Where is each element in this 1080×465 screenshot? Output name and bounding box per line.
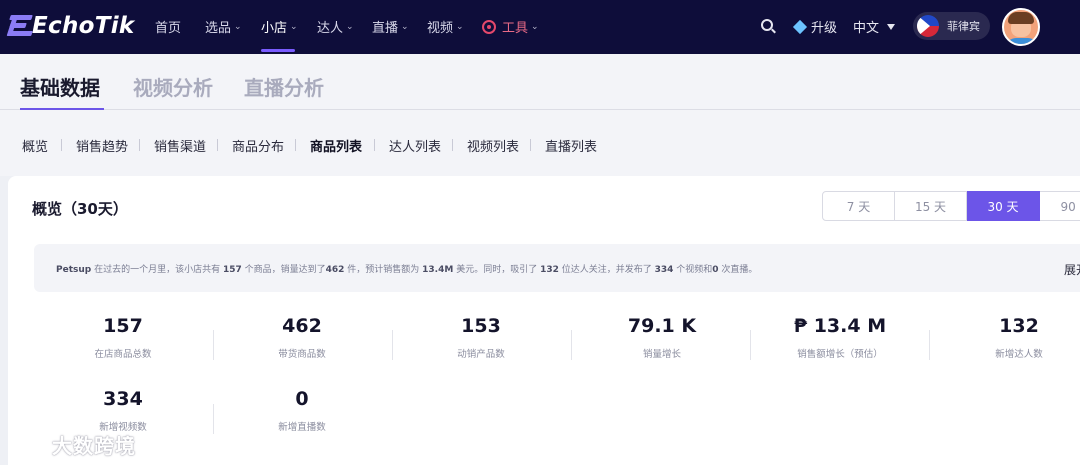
sub-tabs: 概览 销售趋势 销售渠道 商品分布 商品列表 达人列表 视频列表 直播列表 [0,110,1080,176]
watermark: 大数跨境 [8,430,136,459]
stat-label: 销量增长 [642,349,681,360]
chevron-down-icon: ⌄ [401,21,409,32]
stat-revenue-growth: ₱ 13.4 M 销售额增长（预估） [751,315,929,360]
summary-text: Petsup 在过去的一个月里，该小店共有 157 个商品，销量达到了462 件… [56,265,758,275]
stat-divider [571,330,572,360]
upgrade-button[interactable]: 升级 [792,17,838,36]
stat-value: 153 [461,315,501,337]
stat-label: 新增达人数 [995,349,1043,360]
nav-item-label: 首页 [155,21,182,36]
stat-value: 132 [999,315,1039,337]
watermark-text: 大数跨境 [52,434,136,458]
nav-active-indicator [261,49,295,52]
stat-value: ₱ 13.4 M [793,315,887,337]
tab-live-analysis[interactable]: 直播分析 [244,72,324,101]
range-15-days[interactable]: 15 天 [895,191,967,221]
nav-item-influencers[interactable]: 达人 ⌄ [317,17,354,36]
subtab-live-list[interactable]: 直播列表 [545,136,597,155]
stat-new-videos: 334 新增视频数 [34,388,212,433]
subtab-divider [374,139,375,151]
nav-item-home[interactable]: 首页 [155,17,181,36]
subtab-overview[interactable]: 概览 [22,136,48,155]
chevron-down-icon: ⌄ [290,21,298,32]
range-7-days[interactable]: 7 天 [822,191,895,221]
range-30-days[interactable]: 30 天 [967,191,1040,221]
language-selector[interactable]: 中文 [853,17,896,36]
search-icon[interactable] [761,19,773,31]
chevron-down-icon: ⌄ [346,21,354,32]
nav-item-tools[interactable]: 工具 ⌄ [482,17,539,36]
nav-item-label: 小店 [261,21,288,36]
upgrade-label: 升级 [811,21,838,36]
nav-item-label: 工具 [502,21,529,36]
stat-label: 动销产品数 [457,349,505,360]
nav-item-label: 直播 [372,21,399,36]
diamond-icon [792,19,808,34]
chevron-down-icon: ⌄ [234,21,242,32]
stat-label: 在店商品总数 [94,349,152,360]
nav-item-live[interactable]: 直播 ⌄ [372,17,409,36]
stat-new-lives: 0 新增直播数 [213,388,391,433]
stat-value: 462 [282,315,322,337]
stat-value: 334 [103,388,143,410]
chevron-down-icon: ⌄ [456,21,464,32]
user-avatar[interactable] [1002,8,1040,46]
language-label: 中文 [853,21,880,36]
watermark-logo-icon [8,433,48,457]
stat-label: 新增直播数 [278,422,326,433]
philippines-flag-icon [917,15,939,37]
caret-down-icon [887,23,896,30]
subtab-divider [139,139,140,151]
tab-basic-data[interactable]: 基础数据 [20,72,100,101]
nav-item-label: 达人 [317,21,344,36]
subtab-video-list[interactable]: 视频列表 [467,136,519,155]
stat-sales-growth: 79.1 K 销量增长 [573,315,751,360]
echotik-logo[interactable]: EchoTik [6,10,135,42]
stat-new-influencers: 132 新增达人数 [929,315,1080,360]
nav-item-products[interactable]: 选品 ⌄ [205,17,242,36]
nav-item-videos[interactable]: 视频 ⌄ [427,17,464,36]
nav-item-label: 选品 [205,21,232,36]
subtab-product-list[interactable]: 商品列表 [310,136,362,155]
subtab-divider [61,139,62,151]
subtab-product-distribution[interactable]: 商品分布 [232,136,284,155]
stat-value: 157 [103,315,143,337]
country-selector[interactable]: 菲律宾 [913,12,990,40]
top-navbar: EchoTik 首页 选品 ⌄ 小店 ⌄ 达人 ⌄ 直播 ⌄ 视频 ⌄ 工具 ⌄ 升级 中文… [0,0,1080,54]
stat-value: 0 [295,388,309,410]
tool-icon [482,19,496,34]
subtab-sales-trend[interactable]: 销售趋势 [76,136,128,155]
stat-label: 带货商品数 [278,349,326,360]
nav-item-label: 视频 [427,21,454,36]
subtab-influencer-list[interactable]: 达人列表 [389,136,441,155]
stat-moving-products: 153 动销产品数 [392,315,570,360]
stat-value: 79.1 K [627,315,697,337]
subtab-sales-channel[interactable]: 销售渠道 [154,136,206,155]
chevron-down-icon: ⌄ [531,21,539,32]
logo-mark-icon [6,13,34,39]
stat-total-products: 157 在店商品总数 [34,315,212,360]
subtab-divider [217,139,218,151]
subtab-divider [452,139,453,151]
stat-label: 销售额增长（预估） [797,349,883,360]
expand-link[interactable]: 展开 [1064,261,1080,278]
nav-item-shops[interactable]: 小店 ⌄ [261,17,298,36]
country-label: 菲律宾 [947,20,980,33]
stat-selling-products: 462 带货商品数 [213,315,391,360]
logo-text: EchoTik [32,13,135,39]
tab-video-analysis[interactable]: 视频分析 [133,72,213,101]
subtab-divider [295,139,296,151]
range-90-days[interactable]: 90 天 [1040,191,1080,221]
date-range-selector: 7 天 15 天 30 天 90 天 [822,191,1080,221]
subtab-divider [530,139,531,151]
overview-title: 概览（30天） [32,200,128,218]
